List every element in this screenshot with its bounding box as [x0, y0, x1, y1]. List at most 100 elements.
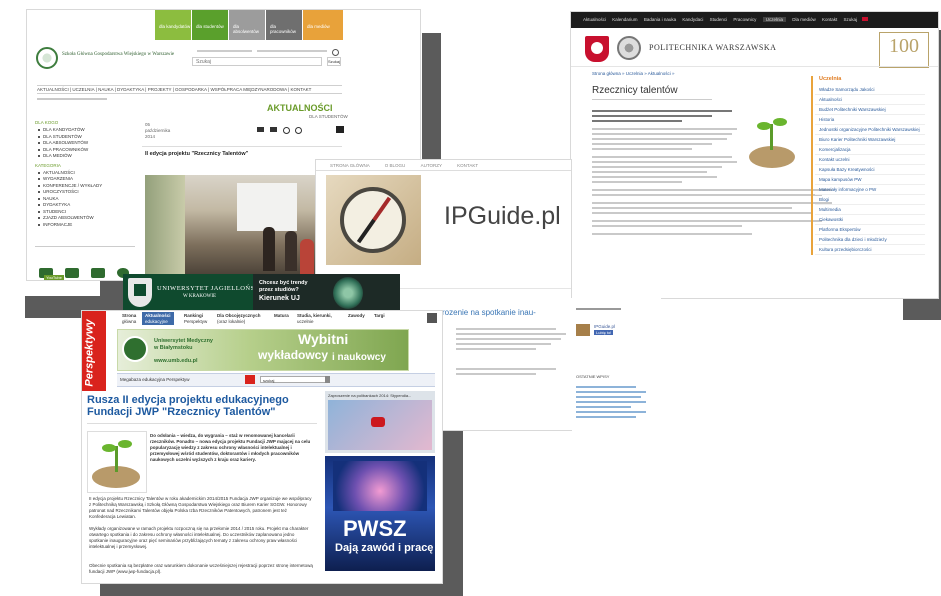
- menu-item-aktualnosci[interactable]: Aktualności edukacyjne: [142, 312, 174, 325]
- tile-dla-pracownikow[interactable]: dla pracowników: [266, 10, 302, 40]
- topnav-item[interactable]: Aktualności: [583, 17, 606, 22]
- article-plant-image: [87, 431, 147, 493]
- article-headline: Rusza II edycja projektu edukacyjnego Fu…: [87, 394, 289, 418]
- pw-plant-image: [741, 112, 801, 172]
- pw-sidebar: Uczelnia Władze Samorządu Jakości Aktual…: [811, 76, 925, 255]
- topnav-item[interactable]: Kontakt: [822, 17, 837, 22]
- nav-item[interactable]: STRONA GŁÓWNA: [330, 163, 370, 168]
- pwsz-photo: [333, 461, 427, 511]
- photo-icon[interactable]: [65, 268, 79, 278]
- sggw-search-button[interactable]: Szukaj: [327, 57, 341, 66]
- topnav-item[interactable]: Szukaj: [844, 17, 858, 22]
- nav-item[interactable]: AUTORZY: [421, 163, 442, 168]
- nav-item[interactable]: O BLOGU: [385, 163, 406, 168]
- perspektywy-select[interactable]: szukaj: [260, 376, 330, 383]
- pw-date: [592, 99, 712, 100]
- play-button-icon[interactable]: [371, 417, 385, 427]
- sidebar-link[interactable]: Materiały informacyjne o PW: [815, 185, 925, 195]
- topnav-item[interactable]: Kalendarium: [612, 17, 637, 22]
- sidebar-link[interactable]: Komercjalizacja: [815, 145, 925, 155]
- ipguide-recent-title: OSTATNIE WPISY: [576, 374, 610, 379]
- ipguide-headline[interactable]: rozenie na spotkanie inau-: [442, 308, 536, 317]
- sidebar-item[interactable]: INFORMACJE: [35, 222, 135, 229]
- tile-dla-studentow[interactable]: dla studentów: [192, 10, 228, 40]
- ipguide-logo[interactable]: IPGuide.pl: [444, 202, 561, 231]
- uj-promo: Chcesz być trendy przez studiów? Kierune…: [253, 274, 400, 311]
- pw-anniversary-logo: 100: [879, 32, 929, 68]
- sidebar-link[interactable]: Historia: [815, 115, 925, 125]
- article-paragraph-1: II edycja projektu Rzecznicy Talentów w …: [89, 496, 312, 519]
- sggw-subheading: DLA STUDENTÓW: [309, 114, 348, 119]
- topnav-item[interactable]: Badania i nauka: [644, 17, 676, 22]
- video-widget[interactable]: Zaproszenie na polibankach 2014: Stypend…: [325, 391, 435, 453]
- tile-dla-absolwentow[interactable]: dla absolwentów: [229, 10, 265, 40]
- sggw-search-options[interactable]: [197, 48, 337, 53]
- perspektywy-brand[interactable]: Perspektywy: [82, 311, 106, 391]
- menu-item-targi[interactable]: Targi: [374, 313, 385, 319]
- sidebar-link[interactable]: Budżet Politechniki Warszawskiej: [815, 105, 925, 115]
- menu-item-obcojezycznych[interactable]: Dla Obcojęzycznych (oraz lokalnie): [217, 313, 261, 324]
- menu-item-rankingi[interactable]: Rankingi Perspektyw: [184, 313, 207, 324]
- pwsz-ad[interactable]: PWSZ Dają zawód i pracę: [325, 456, 435, 571]
- menu-item-matura[interactable]: Matura: [274, 313, 289, 319]
- like-button[interactable]: Lubię to!: [594, 330, 614, 335]
- sidebar-link-active[interactable]: Aktualności: [815, 95, 925, 105]
- sidebar-link[interactable]: Biuro Karier Politechniki Warszawskiej: [815, 135, 925, 145]
- book-icon[interactable]: [91, 268, 105, 278]
- ipguide-fb-widget[interactable]: IPGuide.pl Lubię to!: [576, 324, 636, 340]
- menu-item-home[interactable]: Strona główna: [122, 313, 136, 324]
- zoom-in-icon[interactable]: [295, 127, 302, 134]
- sidebar-title-dla-kogo: DLA KOGO: [35, 120, 59, 125]
- sggw-article-title: II edycja projektu "Rzecznicy Talentów": [145, 151, 249, 157]
- sidebar-link[interactable]: Jednostki organizacyjne Politechniki War…: [815, 125, 925, 135]
- print-icon[interactable]: [270, 127, 277, 132]
- youtube-icon[interactable]: YouTube: [44, 275, 64, 280]
- nav-item[interactable]: KONTAKT: [457, 163, 478, 168]
- sggw-search-icon[interactable]: [332, 49, 339, 56]
- tile-dla-kandydatow[interactable]: dla kandydatów: [155, 10, 191, 40]
- ipg-nav[interactable]: STRONA GŁÓWNA O BLOGU AUTORZY KONTAKT: [316, 162, 571, 171]
- sggw-sidebar-divider: [35, 246, 135, 247]
- pw-breadcrumb[interactable]: Strona główna » Uczelnia » Aktualności »: [592, 71, 675, 76]
- eagle-icon: [585, 36, 609, 62]
- sidebar-link[interactable]: Multimedia: [815, 205, 925, 215]
- menu-item-studia[interactable]: Studia, kierunki, uczelnie: [297, 313, 332, 324]
- zoom-out-icon[interactable]: [283, 127, 290, 134]
- sidebar-item[interactable]: DLA MEDIÓW: [35, 153, 135, 160]
- sidebar-link[interactable]: Platforma Ekspertów: [815, 225, 925, 235]
- uj-promo-face: [333, 277, 363, 309]
- sidebar-link[interactable]: Kapsuła Bazy Kreatywności: [815, 165, 925, 175]
- article-paragraph-2: Wykłady organizowane w ramach projektu r…: [89, 526, 309, 549]
- topnav-item-active[interactable]: Uczelnia: [762, 17, 786, 22]
- perspektywy-search-icon[interactable]: [427, 313, 437, 323]
- sggw-logo[interactable]: [36, 47, 58, 69]
- sidebar-link[interactable]: Kontakt uczelni: [815, 155, 925, 165]
- sidebar-link[interactable]: Kultura przedsiębiorczości: [815, 245, 925, 255]
- ipguide-fb-avatar: [576, 324, 590, 336]
- umb-url: www.umb.edu.pl: [154, 358, 198, 364]
- sggw-search-input[interactable]: [192, 57, 322, 66]
- menu-item-zawody[interactable]: Zawody: [348, 313, 365, 319]
- ipguide-sidebar-heading: [576, 308, 621, 310]
- email-icon[interactable]: [257, 127, 264, 132]
- umb-banner[interactable]: Uniwersytet Medyczny w Białymstoku www.u…: [117, 329, 409, 371]
- pw-topnav[interactable]: Aktualności Kalendarium Badania i nauka …: [571, 12, 938, 28]
- select-arrow-icon[interactable]: [325, 376, 330, 383]
- flag-icon[interactable]: [862, 17, 869, 21]
- sidebar-link[interactable]: Władze Samorządu Jakości: [815, 85, 925, 95]
- sidebar-link[interactable]: Politechnika dla dzieci i młodzieży: [815, 235, 925, 245]
- topnav-item[interactable]: Pracownicy: [733, 17, 756, 22]
- topnav-item[interactable]: Kandydaci: [682, 17, 703, 22]
- sidebar-link[interactable]: Ciekawostki: [815, 215, 925, 225]
- sidebar-link[interactable]: Blogi: [815, 195, 925, 205]
- sidebar-link[interactable]: Mapa kampusów PW: [815, 175, 925, 185]
- uj-banner[interactable]: UNIWERSYTET JAGIELLOŃSKI W KRAKOWIE Chce…: [123, 274, 400, 311]
- tile-dla-mediow[interactable]: dla mediów: [303, 10, 343, 40]
- sggw-main-nav[interactable]: AKTUALNOŚCI | UCZELNIA | NAUKA | DYDAKTY…: [37, 85, 342, 94]
- topnav-item[interactable]: Dla mediów: [792, 17, 816, 22]
- umb-slogan-3: i naukowcy: [332, 352, 386, 363]
- next-arrow-icon[interactable]: [336, 126, 344, 133]
- pw-article-text: [592, 110, 832, 238]
- umb-slogan-2: wykładowcy: [258, 348, 329, 362]
- topnav-item[interactable]: Studenci: [710, 17, 728, 22]
